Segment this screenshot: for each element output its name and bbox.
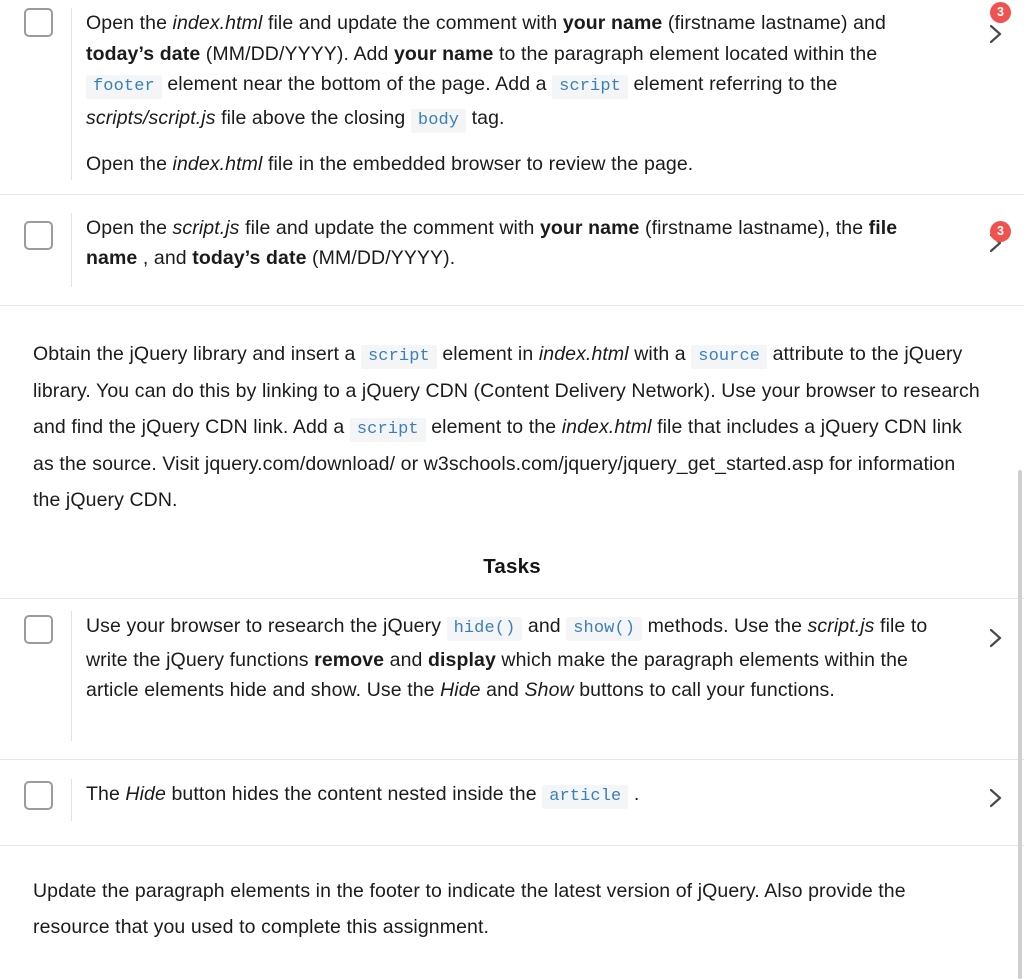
task-badge-count: 3 xyxy=(990,220,1011,242)
emphasis-display: display xyxy=(428,648,496,671)
code-chip-script: script xyxy=(349,417,426,442)
jquery-instructions-block: Obtain the jQuery library and insert a s… xyxy=(0,305,1024,542)
emphasis-hide-button: Hide xyxy=(125,783,166,805)
tasks-heading-block: Tasks xyxy=(0,542,1024,598)
task-item-hide-button[interactable]: The Hide button hides the content nested… xyxy=(0,760,1024,845)
emphasis-remove: remove xyxy=(314,648,385,671)
vertical-scrollbar[interactable] xyxy=(1016,0,1024,979)
page-section-title: Tasks xyxy=(483,555,541,578)
assignment-task-panel: Open the index.html file and update the … xyxy=(0,0,1024,979)
task-badge-count: 3 xyxy=(990,2,1011,23)
checkbox-cell xyxy=(0,779,71,810)
file-name-index-html: index.html xyxy=(561,415,652,438)
task-content: The Hide button hides the content nested… xyxy=(71,779,968,821)
task-checkbox[interactable] xyxy=(23,220,53,250)
code-chip-source: source xyxy=(691,344,768,369)
task-content: Open the script.js file and update the c… xyxy=(71,212,968,287)
file-name-script-js: script.js xyxy=(807,615,875,637)
file-name-script-js: script.js xyxy=(172,216,240,239)
checkbox-cell xyxy=(0,611,71,644)
file-name-index-html: index.html xyxy=(172,12,263,34)
file-name-index-html: index.html xyxy=(538,342,629,365)
task-paragraph: Use your browser to research the jQuery … xyxy=(86,615,928,701)
task-paragraph: Open the index.html file in the embedded… xyxy=(86,153,694,175)
emphasis-your-name: your name xyxy=(562,12,663,34)
footer-instructions-text: Update the paragraph elements in the foo… xyxy=(33,880,906,938)
file-name-index-html: index.html xyxy=(172,153,263,175)
code-chip-footer: footer xyxy=(86,75,162,99)
emphasis-todays-date: today’s date xyxy=(192,247,307,269)
task-checkbox[interactable] xyxy=(23,781,53,810)
emphasis-hide-button: Hide xyxy=(440,679,481,701)
task-paragraph: Open the script.js file and update the c… xyxy=(86,216,898,270)
code-chip-article: article xyxy=(542,785,629,809)
jquery-instructions-text: Obtain the jQuery library and insert a s… xyxy=(33,342,980,511)
checkbox-cell xyxy=(0,8,71,37)
footer-instructions-block: Update the paragraph elements in the foo… xyxy=(0,846,1024,945)
task-item-script-js[interactable]: Open the script.js file and update the c… xyxy=(0,194,1024,305)
task-item-index-html[interactable]: Open the index.html file and update the … xyxy=(0,0,1024,194)
chevron-right-icon[interactable] xyxy=(986,782,1006,814)
emphasis-your-name: your name xyxy=(393,42,494,65)
code-chip-script: script xyxy=(552,75,628,99)
code-chip-script: script xyxy=(360,344,437,369)
scrollbar-thumb[interactable] xyxy=(1018,470,1022,979)
task-paragraph: Open the index.html file and update the … xyxy=(86,8,968,136)
task-checkbox[interactable] xyxy=(23,615,53,644)
task-item-hide-show-methods[interactable]: Use your browser to research the jQuery … xyxy=(0,599,1024,759)
code-chip-body: body xyxy=(410,108,467,133)
chevron-right-icon[interactable] xyxy=(986,18,1006,50)
code-chip-show: show() xyxy=(566,617,643,641)
emphasis-todays-date: today’s date xyxy=(86,42,201,65)
code-chip-hide: hide() xyxy=(446,617,523,641)
task-checkbox[interactable] xyxy=(23,8,53,37)
chevron-right-icon[interactable] xyxy=(986,622,1006,654)
checkbox-cell xyxy=(0,213,71,250)
task-content: Open the index.html file and update the … xyxy=(71,8,968,180)
task-paragraph: The Hide button hides the content nested… xyxy=(86,779,968,813)
emphasis-show-button: Show xyxy=(524,679,574,701)
file-path-scripts-script-js: scripts/script.js xyxy=(86,106,216,129)
task-content: Use your browser to research the jQuery … xyxy=(71,611,968,741)
emphasis-your-name: your name xyxy=(539,216,640,239)
